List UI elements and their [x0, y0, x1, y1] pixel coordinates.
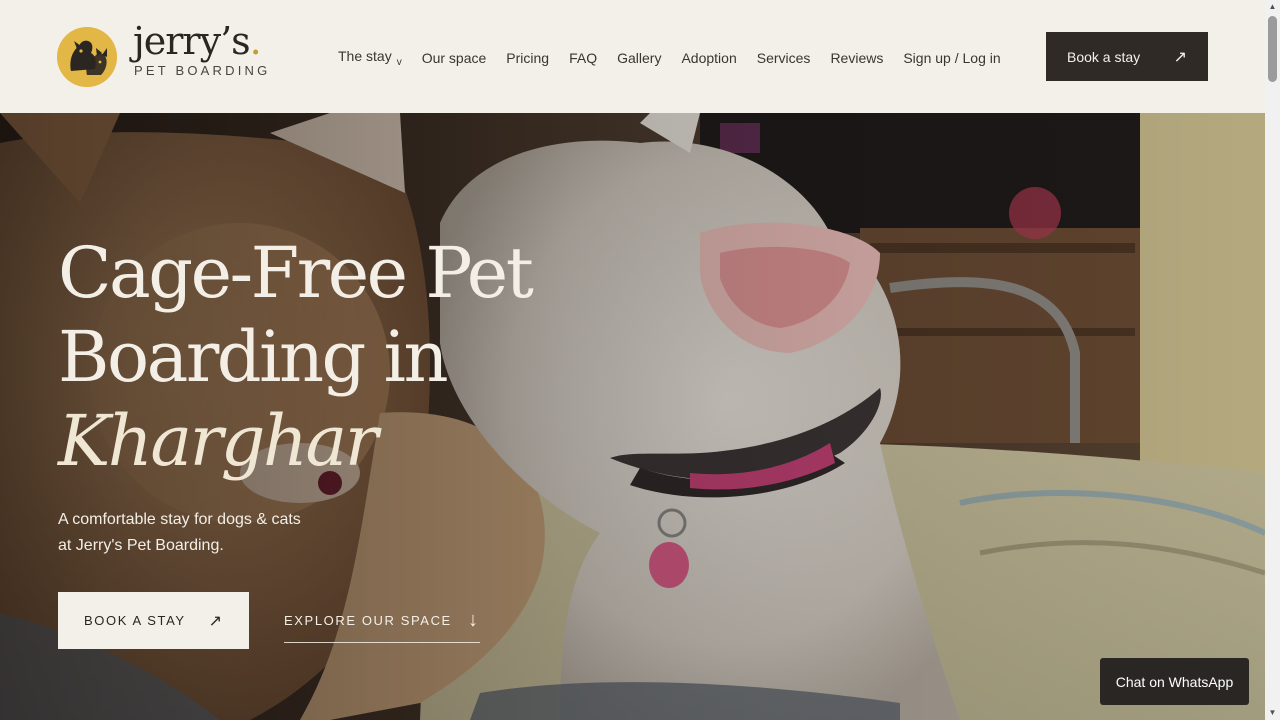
hero-title-line-1: Cage-Free Pet — [58, 232, 534, 314]
chat-on-whatsapp-button[interactable]: Chat on WhatsApp — [1100, 658, 1249, 705]
book-a-stay-button[interactable]: BOOK A STAY ↗ — [58, 592, 249, 649]
hero-title-location: Kharghar — [58, 400, 378, 482]
scroll-down-arrow-icon[interactable]: ▼ — [1265, 706, 1280, 720]
arrow-up-right-icon: ↗ — [208, 612, 222, 630]
site-header: jerry’s. PET BOARDING The stay v Our spac… — [0, 0, 1265, 113]
explore-our-space-label: EXPLORE OUR SPACE — [284, 613, 452, 628]
brand-name-text: jerry’s — [133, 19, 251, 63]
arrow-up-right-icon: ↗ — [1173, 48, 1187, 66]
book-a-stay-label: Book a stay — [1067, 48, 1141, 65]
nav-item-label: The stay — [338, 48, 392, 64]
hero-title: Cage-Free Pet Boarding in Kharghar — [58, 231, 534, 483]
nav-item-adoption[interactable]: Adoption — [681, 49, 736, 67]
explore-our-space-link[interactable]: EXPLORE OUR SPACE ↓ — [284, 607, 480, 643]
chevron-down-icon: v — [396, 57, 402, 68]
arrow-down-icon: ↓ — [468, 609, 478, 631]
main-nav: The stay v Our space Pricing FAQ Gallery … — [338, 47, 1001, 68]
nav-item-reviews[interactable]: Reviews — [830, 49, 883, 67]
nav-item-faq[interactable]: FAQ — [569, 49, 597, 67]
hero-subtitle-line-1: A comfortable stay for dogs & cats — [58, 511, 301, 528]
hero-subtitle: A comfortable stay for dogs & cats at Je… — [58, 507, 338, 559]
book-a-stay-button-label: BOOK A STAY — [84, 613, 186, 628]
brand-tagline: PET BOARDING — [134, 63, 271, 78]
page-scrollbar[interactable]: ▲ ▼ — [1265, 0, 1280, 720]
nav-item-our-space[interactable]: Our space — [422, 49, 487, 67]
nav-item-pricing[interactable]: Pricing — [506, 49, 549, 67]
dog-and-cat-logo-icon — [57, 27, 117, 87]
brand-name: jerry’s. — [133, 18, 270, 64]
brand-text: jerry’s. PET BOARDING — [133, 18, 270, 78]
hero-subtitle-line-2: at Jerry's Pet Boarding. — [58, 537, 224, 554]
brand-name-dot: . — [249, 19, 262, 63]
book-a-stay-header-button[interactable]: Book a stay ↗ — [1046, 32, 1208, 81]
scrollbar-thumb[interactable] — [1268, 16, 1277, 82]
hero-title-line-2: Boarding in — [58, 316, 449, 398]
nav-item-the-stay[interactable]: The stay v — [338, 47, 402, 68]
scroll-up-arrow-icon[interactable]: ▲ — [1265, 0, 1280, 14]
nav-item-sign-up-log-in[interactable]: Sign up / Log in — [903, 49, 1000, 67]
nav-item-services[interactable]: Services — [757, 49, 811, 67]
nav-item-gallery[interactable]: Gallery — [617, 49, 661, 67]
hero-section: Cage-Free Pet Boarding in Kharghar A com… — [0, 113, 1265, 720]
brand-logo[interactable]: jerry’s. PET BOARDING — [57, 18, 270, 87]
